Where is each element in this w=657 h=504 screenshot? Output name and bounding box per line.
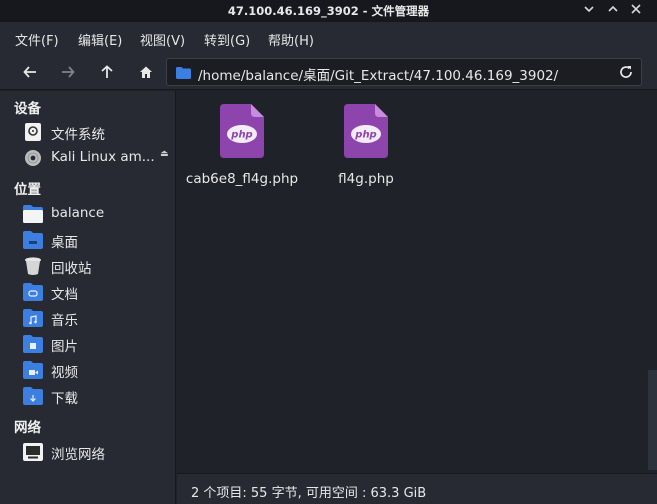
sidebar-item-filesystem[interactable]: 文件系统 — [0, 119, 175, 145]
php-file-icon: php — [344, 104, 388, 158]
arrow-right-icon — [62, 66, 75, 78]
sidebar-item-downloads[interactable]: 下载 — [0, 383, 175, 409]
menu-help[interactable]: 帮助(H) — [268, 30, 314, 49]
status-text: 2 个项目: 55 字节, 可用空间 : 63.3 GiB — [191, 486, 427, 501]
sidebar-item-label: 文件系统 — [51, 127, 105, 143]
arrow-up-icon — [101, 65, 113, 78]
sidebar-item-trash[interactable]: 回收站 — [0, 253, 175, 279]
sidebar-item-label: 图片 — [51, 339, 78, 355]
title-bar: 47.100.46.169_3902 - 文件管理器 — [0, 0, 657, 22]
menu-bar: 文件(F) 编辑(E) 视图(V) 转到(G) 帮助(H) — [0, 22, 657, 54]
sidebar-item-label: 音乐 — [51, 313, 78, 329]
music-folder-icon — [23, 309, 43, 327]
eject-icon[interactable]: ⏏ — [160, 149, 169, 159]
places-header: 位置 — [14, 182, 41, 198]
home-icon — [140, 66, 152, 78]
sidebar-item-label: 浏览网络 — [51, 447, 105, 463]
trash-icon — [25, 257, 41, 275]
sidebar-item-label: 视频 — [51, 365, 78, 381]
sidebar-item-label: 桌面 — [51, 235, 78, 251]
menu-file[interactable]: 文件(F) — [15, 30, 59, 49]
scrollbar-edge[interactable] — [648, 370, 657, 470]
file-name: cab6e8_fl4g.php — [185, 171, 299, 187]
folder-icon — [176, 67, 191, 79]
sidebar-item-label: balance — [51, 205, 105, 221]
sidebar-item-label: 文档 — [51, 287, 78, 303]
sidebar-item-pictures[interactable]: 图片 — [0, 331, 175, 357]
status-bar: 2 个项目: 55 字节, 可用空间 : 63.3 GiB — [177, 473, 657, 504]
window-title: 47.100.46.169_3902 - 文件管理器 — [227, 4, 430, 18]
pictures-folder-icon — [23, 335, 43, 353]
devices-header: 设备 — [14, 101, 41, 117]
php-badge: php — [354, 130, 376, 141]
sidebar-item-browse-network[interactable]: 浏览网络 — [0, 439, 175, 465]
reload-icon[interactable] — [618, 64, 634, 80]
home-folder-icon — [23, 205, 43, 223]
menu-view[interactable]: 视图(V) — [140, 30, 185, 49]
back-button[interactable] — [17, 60, 43, 84]
file-item[interactable]: php cab6e8_fl4g.php — [179, 104, 305, 187]
sidebar-item-desktop[interactable]: 桌面 — [0, 227, 175, 253]
sidebar-item-label: 下载 — [51, 391, 78, 407]
sidebar-item-label: 回收站 — [51, 261, 92, 277]
php-file-icon: php — [220, 104, 264, 158]
sidebar-item-videos[interactable]: 视频 — [0, 357, 175, 383]
sidebar-item-documents[interactable]: 文档 — [0, 279, 175, 305]
home-button[interactable] — [133, 60, 159, 84]
path-text: /home/balance/桌面/Git_Extract/47.100.46.1… — [198, 68, 559, 84]
sidebar-item-label: Kali Linux am... — [51, 149, 155, 165]
drive-icon — [25, 123, 41, 141]
php-badge: php — [230, 130, 252, 141]
sidebar-item-kali-disc[interactable]: Kali Linux am... ⏏ — [0, 145, 175, 171]
file-name: fl4g.php — [338, 171, 394, 187]
forward-button[interactable] — [55, 60, 81, 84]
menu-go[interactable]: 转到(G) — [204, 30, 250, 49]
file-item[interactable]: php fl4g.php — [303, 104, 429, 187]
desktop-folder-icon — [23, 231, 43, 249]
file-view: php cab6e8_fl4g.php php fl4g.php — [177, 91, 657, 473]
network-header: 网络 — [14, 420, 41, 436]
optical-disc-icon — [25, 150, 41, 166]
sidebar-item-music[interactable]: 音乐 — [0, 305, 175, 331]
arrow-left-icon — [23, 66, 36, 78]
maximize-icon[interactable] — [605, 3, 621, 19]
up-button[interactable] — [94, 60, 120, 84]
documents-folder-icon — [23, 283, 43, 301]
sidebar-item-balance[interactable]: balance — [0, 201, 175, 227]
address-bar[interactable]: /home/balance/桌面/Git_Extract/47.100.46.1… — [166, 58, 642, 86]
menu-edit[interactable]: 编辑(E) — [78, 30, 122, 49]
videos-folder-icon — [23, 361, 43, 379]
close-icon[interactable] — [628, 3, 644, 19]
network-icon — [23, 443, 43, 461]
toolbar: /home/balance/桌面/Git_Extract/47.100.46.1… — [0, 54, 657, 90]
sidebar: 设备 文件系统 Kali Linux am... ⏏ 位置 balance 桌面… — [0, 91, 176, 504]
downloads-folder-icon — [23, 387, 43, 405]
minimize-icon[interactable] — [581, 3, 597, 19]
